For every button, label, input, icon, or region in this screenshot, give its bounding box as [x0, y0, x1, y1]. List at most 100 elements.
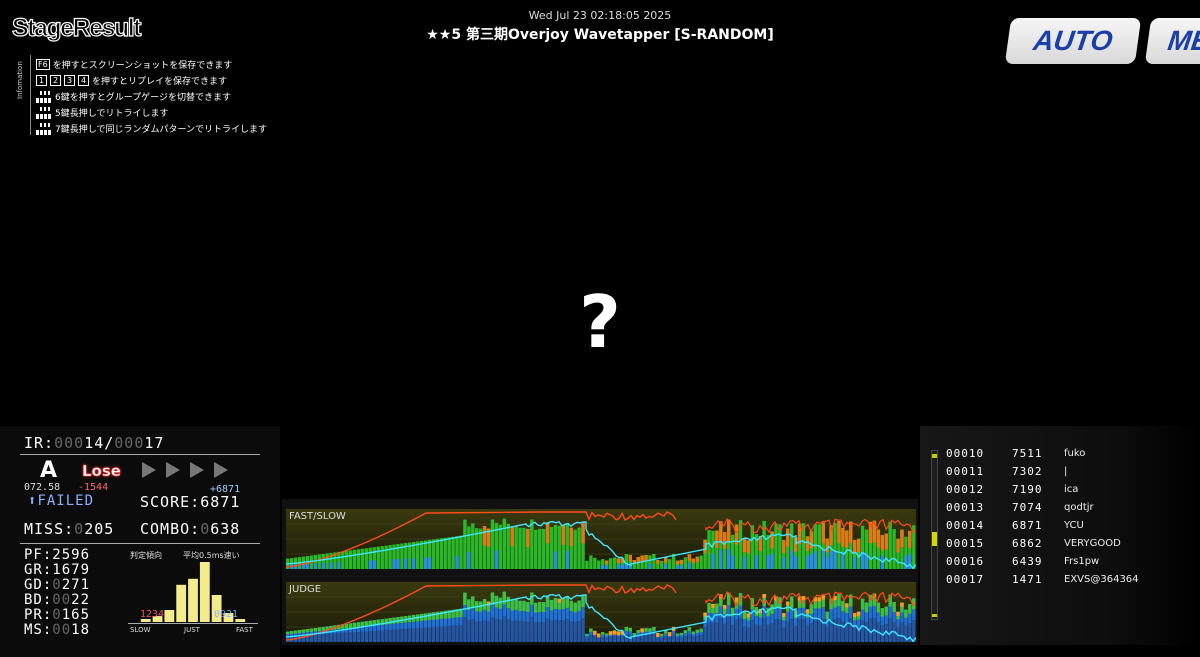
auto-button[interactable]: AUTO	[1004, 18, 1142, 64]
fast-slow-bar	[841, 527, 845, 547]
info-row-screenshot: F6 を押すとスクリーンショットを保存できます	[36, 58, 232, 71]
fast-slow-bar	[349, 550, 353, 569]
fast-slow-bar	[597, 560, 601, 569]
judge-value: 271	[61, 577, 91, 593]
fast-slow-bar	[530, 519, 534, 569]
judge-bar	[478, 621, 483, 642]
ranking-player: qodtjr	[1064, 501, 1094, 513]
judge-bar	[380, 630, 384, 642]
judge-bar	[770, 623, 774, 642]
miss-count: MISS:0205	[24, 520, 114, 538]
fast-slow-bar	[723, 532, 727, 549]
judge-bar	[400, 629, 404, 642]
judge-bar	[534, 622, 538, 642]
judge-bar	[746, 613, 751, 618]
ranking-position: 00014	[946, 518, 985, 532]
fast-slow-bar	[829, 551, 833, 569]
ranking-row[interactable]: 00013 7074 qodtjr	[946, 498, 1094, 516]
judge-bar	[317, 627, 321, 632]
judge-bar	[652, 626, 656, 631]
fast-slow-bar	[376, 546, 380, 569]
ranking-row[interactable]: 00017 1471 EXVS@364364	[946, 570, 1139, 588]
info-text: を押すとスクリーンショットを保存できます	[52, 61, 233, 71]
judge-bar	[349, 632, 353, 642]
info-text: 5鍵長押しでリトライします	[55, 109, 169, 119]
judge-bar	[829, 620, 833, 642]
judge-bar	[549, 599, 554, 611]
judge-bar	[664, 636, 668, 642]
judge-graph	[286, 582, 916, 642]
fast-slow-bar	[573, 529, 577, 569]
judge-bar	[569, 621, 573, 642]
judge-bar	[616, 636, 621, 642]
judge-bar	[455, 625, 459, 642]
ranking-row[interactable]: 00011 7302 |	[946, 462, 1067, 480]
judge-bar	[467, 620, 471, 642]
judge-bar	[687, 634, 692, 642]
info-row-retry: 5鍵長押しでリトライします	[36, 106, 168, 119]
ranking-row[interactable]: 00012 7190 ica	[946, 480, 1078, 498]
fast-slow-bar	[337, 562, 341, 569]
ranking-row[interactable]: 00010 7511 fuko	[946, 444, 1085, 462]
judge-bar	[691, 636, 695, 642]
judge-bar	[675, 633, 680, 636]
judge-pad: 0	[52, 607, 62, 623]
judge-bar	[293, 630, 298, 634]
judge-bar	[727, 617, 731, 642]
judge-bar	[297, 630, 302, 634]
judge-bar	[349, 623, 353, 628]
judge-bar	[321, 626, 325, 631]
judge-bar	[660, 633, 664, 636]
fast-slow-bar	[719, 549, 723, 569]
fast-slow-bar	[392, 559, 396, 569]
fast-slow-bar	[884, 533, 888, 550]
judge-bar	[707, 603, 711, 613]
judge-bar	[597, 637, 601, 642]
judge-bar	[860, 598, 865, 610]
me-button[interactable]: ME	[1144, 18, 1200, 64]
judge-bar	[667, 632, 672, 637]
fast-slow-bar	[325, 553, 329, 569]
ranking-row[interactable]: 00014 6871 YCU	[946, 516, 1084, 534]
judge-bar	[352, 632, 357, 642]
judge-bar	[325, 634, 329, 642]
judge-bar	[900, 622, 904, 642]
judge-bar	[557, 620, 562, 642]
judge-bar	[908, 603, 912, 614]
judge-bar	[463, 592, 467, 605]
info-row-replay: 1 2 3 4 を押すとリプレイを保存できます	[36, 74, 227, 87]
fast-slow-bar	[837, 521, 841, 543]
fast-slow-bar	[664, 557, 668, 563]
fast-slow-bar	[640, 555, 644, 562]
judge-bar	[498, 597, 503, 609]
fast-slow-bar	[455, 555, 459, 569]
judge-bar	[695, 629, 699, 633]
judge-bar	[573, 622, 577, 642]
judge-bar	[853, 627, 857, 642]
judge-bar	[711, 622, 715, 642]
judge-bar	[805, 609, 810, 614]
jacket-placeholder-icon: ?	[579, 280, 621, 364]
fast-slow-bar	[447, 537, 451, 569]
judge-bar	[581, 595, 585, 607]
fast-slow-bar	[742, 538, 747, 553]
ranking-row[interactable]: 00015 6862 VERYGOOD	[946, 534, 1121, 552]
judge-bar	[640, 635, 644, 642]
divider	[20, 543, 260, 544]
judge-bar	[439, 626, 443, 642]
rate-diff: -1544	[78, 482, 109, 493]
judge-label: PR:	[24, 607, 53, 623]
judge-bar	[864, 622, 869, 642]
fast-slow-bar	[620, 564, 625, 569]
judge-bar	[660, 637, 664, 642]
judge-bar	[356, 622, 361, 628]
judge-bar	[853, 613, 857, 618]
ranking-row[interactable]: 00016 6439 Frs1pw	[946, 552, 1099, 570]
judge-bar	[345, 632, 349, 642]
judge-bar	[790, 619, 794, 642]
judge-bar	[805, 625, 810, 642]
ir-separator: /	[104, 434, 115, 452]
ranking-score: 1471	[1012, 572, 1043, 586]
fast-slow-bar	[553, 551, 558, 569]
scroll-thumb[interactable]	[932, 532, 937, 546]
